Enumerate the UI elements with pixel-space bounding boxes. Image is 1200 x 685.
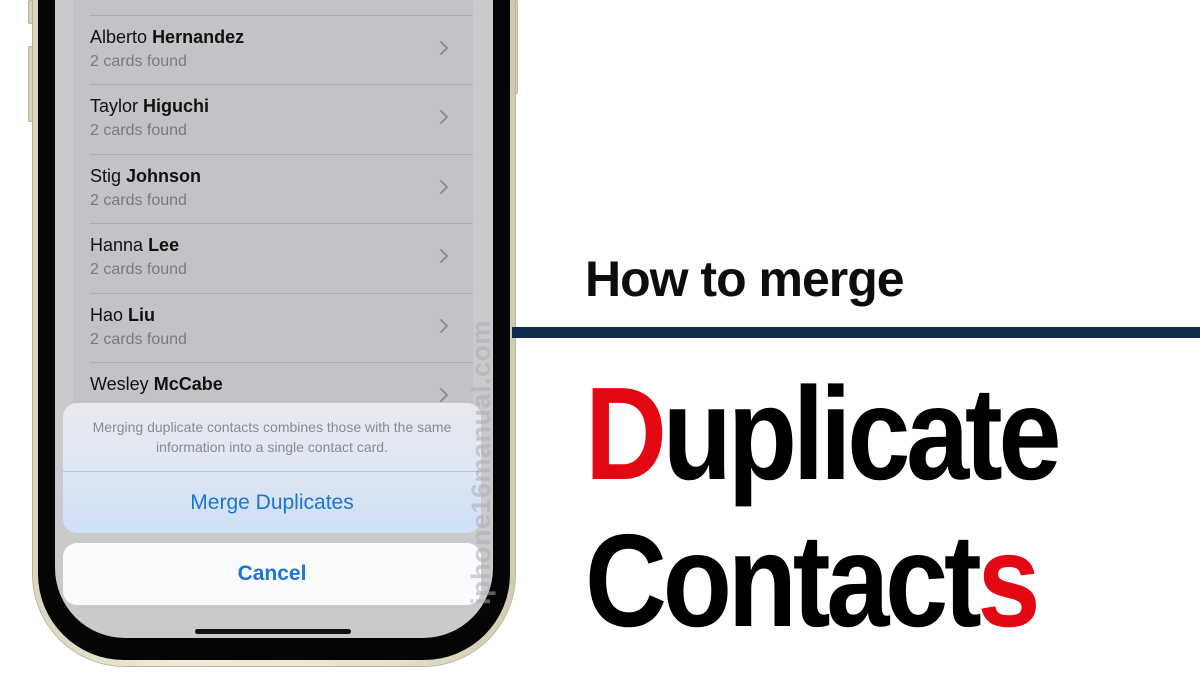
contact-detail: 2 cards found — [90, 122, 187, 139]
row-divider — [90, 223, 473, 224]
list-item-contact[interactable]: Taylor Higuchi 2 cards found — [73, 84, 473, 153]
contact-name: Hao Liu — [90, 305, 156, 325]
contact-name: Wesley McCabe — [90, 374, 223, 394]
list-item-contact[interactable]: Alberto Hernandez 2 cards found — [73, 15, 473, 84]
accent-letter: D — [585, 360, 667, 507]
contact-name: Stig Johnson — [90, 166, 202, 186]
contact-name: Taylor Higuchi — [90, 96, 210, 116]
contact-detail: 2 cards found — [90, 261, 187, 278]
row-divider — [90, 154, 473, 155]
contact-name: Hanna Lee — [90, 235, 180, 255]
action-sheet-message: Merging duplicate contacts combines thos… — [92, 419, 452, 455]
contact-detail: 2 cards found — [90, 53, 187, 70]
contact-detail: 2 cards found — [90, 192, 187, 209]
chevron-right-icon — [440, 110, 448, 124]
headline-word: Contact — [585, 507, 982, 654]
row-divider — [90, 293, 473, 294]
chevron-right-icon — [440, 180, 448, 194]
home-indicator[interactable] — [195, 629, 351, 634]
merge-duplicates-button[interactable]: Merge Duplicates — [63, 472, 481, 533]
contact-detail: 2 cards found — [90, 331, 187, 348]
phone-screen: Alberto Hernandez 2 cards found Taylor H… — [55, 0, 493, 638]
chevron-right-icon — [440, 319, 448, 333]
chevron-right-icon — [440, 249, 448, 263]
headline-subtitle: How to merge — [585, 251, 905, 307]
row-divider — [90, 15, 473, 16]
row-divider — [90, 362, 473, 363]
row-divider — [90, 84, 473, 85]
duplicate-contacts-list: Alberto Hernandez 2 cards found Taylor H… — [73, 0, 473, 420]
merge-action-sheet: Merging duplicate contacts combines thos… — [63, 403, 481, 533]
headline-line-2: Contacts — [585, 515, 1041, 647]
list-item-contact[interactable]: Hanna Lee 2 cards found — [73, 223, 473, 292]
list-item-contact[interactable]: Hao Liu 2 cards found — [73, 293, 473, 362]
list-item-contact[interactable]: Stig Johnson 2 cards found — [73, 154, 473, 223]
thumbnail-canvas: Alberto Hernandez 2 cards found Taylor H… — [0, 0, 1200, 685]
headline-word: uplicate — [662, 360, 1062, 507]
chevron-right-icon — [440, 41, 448, 55]
cancel-button[interactable]: Cancel — [63, 543, 481, 605]
contact-name: Alberto Hernandez — [90, 27, 245, 47]
headline-line-1: Duplicate — [585, 368, 1062, 500]
accent-letter: s — [977, 507, 1040, 654]
title-divider — [512, 327, 1200, 338]
